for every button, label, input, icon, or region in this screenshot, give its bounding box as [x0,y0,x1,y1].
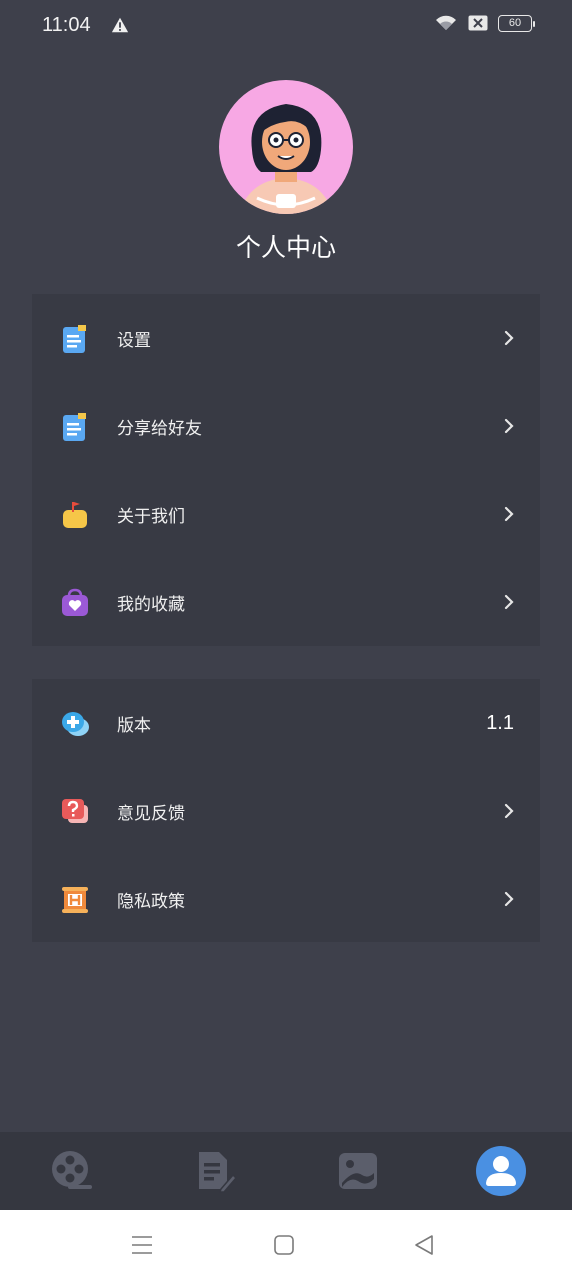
menu-card-main: 设置 分享给好友 关于我们 我的收藏 [32,294,540,646]
menu-item-label: 设置 [117,330,151,351]
plus-chat-icon [62,712,89,736]
tab-film[interactable] [0,1132,143,1210]
menu-item-privacy[interactable]: 隐私政策 [32,855,540,943]
photo-icon [338,1153,377,1189]
system-nav-bar [0,1210,572,1280]
question-chat-icon [62,799,88,823]
home-icon[interactable] [273,1232,295,1258]
chevron-right-icon [504,506,514,522]
chevron-right-icon [504,891,514,907]
profile-title: 个人中心 [235,233,336,262]
tab-notes[interactable] [143,1132,286,1210]
menu-item-favorites[interactable]: 我的收藏 [32,558,540,646]
notepad-icon [63,413,86,441]
menu-item-share[interactable]: 分享给好友 [32,382,540,470]
menu-item-settings[interactable]: 设置 [32,294,540,382]
heart-bag-icon [62,588,88,616]
status-time: 11:04 [42,13,91,36]
menu-item-about[interactable]: 关于我们 [32,470,540,558]
wifi-icon [436,15,456,30]
notepad-icon [63,325,86,353]
edit-document-icon [198,1152,237,1193]
menu-item-label: 版本 [117,715,151,736]
menu-item-label: 关于我们 [117,506,185,527]
menu-item-label: 我的收藏 [117,594,185,615]
film-reel-icon [51,1151,92,1189]
bottom-tab-bar [0,1132,572,1210]
chevron-right-icon [504,330,514,346]
scroll-icon [62,887,88,913]
menu-item-feedback[interactable]: 意见反馈 [32,767,540,855]
menu-item-version[interactable]: 版本 1.1 [32,679,540,767]
battery-level: 60 [508,17,522,29]
thumbs-up-icon [63,502,87,528]
tab-gallery[interactable] [286,1132,429,1210]
menu-item-label: 分享给好友 [117,418,202,439]
avatar-illustration [239,104,333,214]
user-icon [475,1146,526,1196]
chevron-right-icon [504,418,514,434]
menu-card-about: 版本 1.1 意见反馈 隐私政策 [32,679,540,942]
chevron-right-icon [504,594,514,610]
chevron-right-icon [504,803,514,819]
menu-item-label: 隐私政策 [117,891,185,912]
battery-icon: 60 [498,14,535,32]
avatar[interactable] [219,80,353,214]
status-bar: 11:04 60 [0,0,572,50]
menu-icon[interactable] [131,1232,153,1258]
version-value: 1.1 [486,711,514,734]
back-icon[interactable] [413,1232,435,1258]
tab-profile[interactable] [429,1132,572,1210]
no-sim-icon [468,15,488,31]
menu-item-label: 意见反馈 [117,803,185,824]
warning-icon [111,17,128,33]
